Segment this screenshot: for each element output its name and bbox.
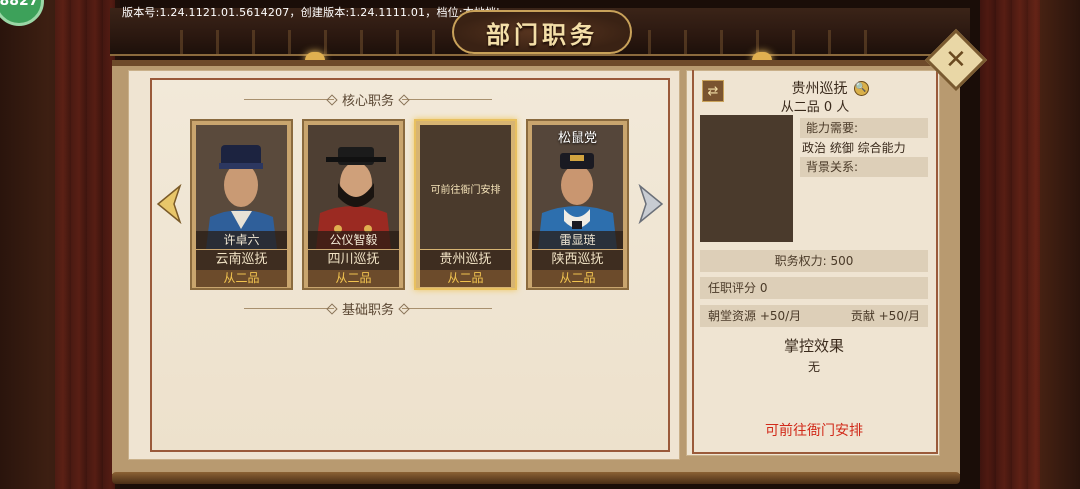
goto-yamen-link[interactable]: 可前往衙门安排 [700,420,928,440]
official-name: 许卓六 [196,231,287,249]
post-power: 职务权力: 500 [700,250,928,272]
curtain-left [55,0,115,489]
rank-label: 从二品 [196,270,287,287]
faction-label: 松鼠党 [557,131,597,146]
official-photo-slot [700,115,793,242]
next-arrow-icon[interactable] [638,184,664,224]
position-card-shaanxi[interactable]: 松鼠党 雷显琏 陕西巡抚 从二品 [526,119,629,290]
post-score: 任职评分 0 [700,277,928,299]
curtain-right [980,0,1040,489]
empty-hint: 可前往衙门安排 [430,185,501,196]
basic-section-header: 基础职务 [244,299,493,318]
position-card-sichuan[interactable]: 公仪智毅 四川巡抚 从二品 [302,119,405,290]
ability-label: 能力需要: [800,118,928,138]
post-name: 四川巡抚 [308,250,399,270]
empty-portrait: 可前往衙门安排 [420,125,511,249]
core-section-label: 核心职务 [342,94,395,109]
court-resource: 朝堂资源 +50/月 [708,309,802,323]
rewards-row: 朝堂资源 +50/月 贡献 +50/月 [700,305,928,327]
post-name: 陕西巡抚 [532,250,623,270]
effect-title: 掌控效果 [783,337,844,355]
position-card-yunnan[interactable]: 许卓六 云南巡抚 从二品 [190,119,293,290]
rank-label: 从二品 [420,270,511,287]
background-label: 背景关系: [800,157,928,177]
post-name: 云南巡抚 [196,250,287,270]
rank-count: 从二品 0 人 [780,100,850,115]
prev-arrow-icon[interactable] [156,184,182,224]
post-name: 贵州巡抚 [420,250,511,270]
core-section-header: 核心职务 [244,90,493,109]
rank-label: 从二品 [308,270,399,287]
official-name: 公仪智毅 [308,231,399,249]
scroll-rod [112,472,960,484]
page-title: 部门职务 [486,19,598,49]
search-icon[interactable]: 🔍 [853,80,869,96]
rank-label: 从二品 [532,270,623,287]
swap-icon[interactable]: ⇄ [702,80,724,102]
contribution: 贡献 +50/月 [850,309,920,323]
detail-title: 贵州巡抚 [791,81,848,97]
version-info: 版本号:1.24.1121.01.5614207，创建版本:1.24.1111.… [122,6,500,19]
title-plaque: 部门职务 [452,10,632,54]
ability-list: 政治 统御 综合能力 [802,141,906,155]
official-name: 雷显琏 [532,231,623,249]
basic-section-label: 基础职务 [342,303,395,318]
close-icon: ✕ [945,44,967,75]
detail-title-row: 贵州巡抚 🔍 [740,78,920,98]
effect-value: 无 [807,360,820,374]
position-card-guizhou[interactable]: 可前往衙门安排 贵州巡抚 从二品 [414,119,517,290]
